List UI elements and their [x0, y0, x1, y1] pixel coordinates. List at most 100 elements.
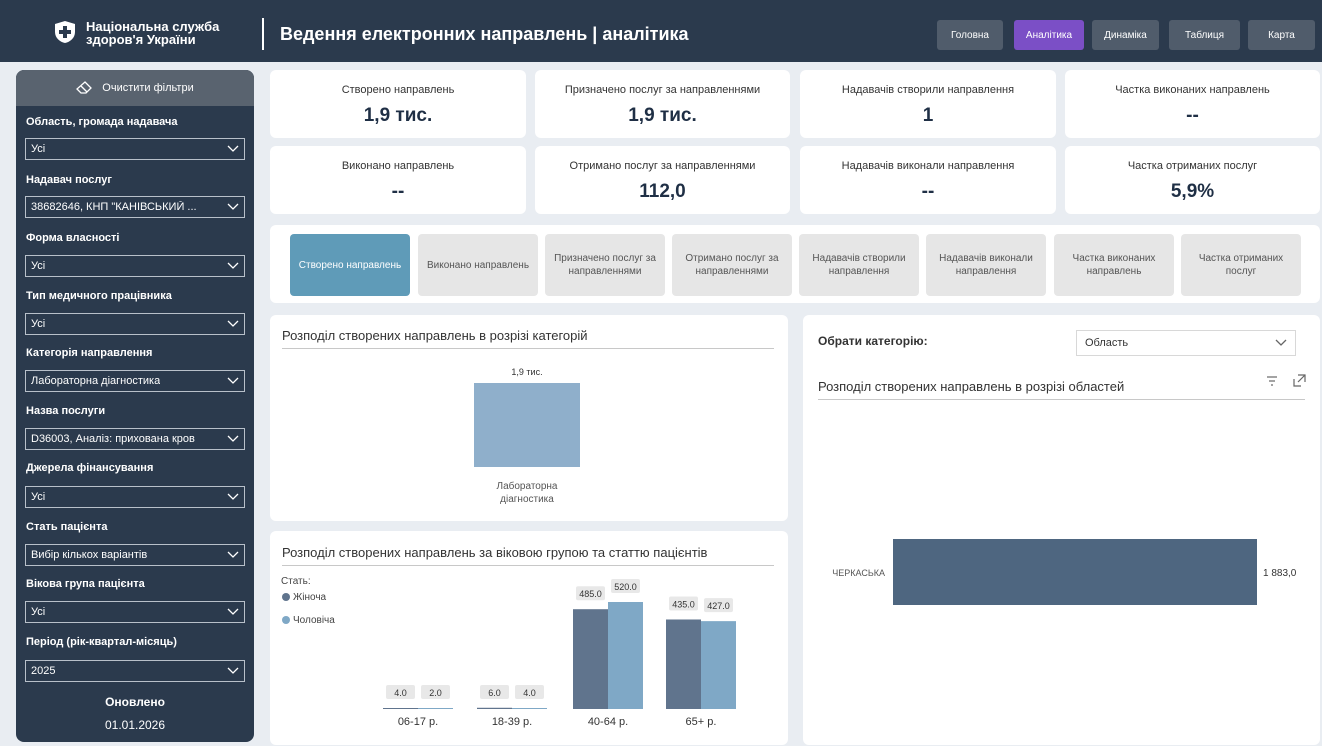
- filter-service-select[interactable]: D36003, Аналіз: прихована кров: [25, 428, 245, 450]
- kpi-label: Надавачів виконали направлення: [841, 160, 1015, 172]
- filter-ownership-select[interactable]: Усі: [25, 255, 245, 277]
- filter-worker-type-select[interactable]: Усі: [25, 313, 245, 335]
- kpi-value: 112,0: [639, 181, 686, 202]
- filter-funding-select[interactable]: Усі: [25, 486, 245, 508]
- kpi-card-providers-completed: Надавачів виконали направлення --: [800, 146, 1056, 214]
- metric-tab-panel: Створено направлень Виконано направлень …: [270, 225, 1320, 303]
- region-chart-plot: ЧЕРКАСЬКА 1 883,0: [832, 539, 1297, 605]
- chevron-down-icon: [227, 203, 239, 210]
- tab-providers-created[interactable]: Надавачів створили направлення: [799, 234, 919, 296]
- chevron-down-icon: [227, 377, 239, 384]
- nav-dynamics-button[interactable]: Динаміка: [1092, 20, 1159, 50]
- app-header: Національна служба здоров'я України Веде…: [0, 0, 1322, 62]
- legend-marker: [282, 593, 290, 601]
- age-bar-value-label: 2.0: [429, 688, 442, 698]
- nav-home-button[interactable]: Головна: [937, 20, 1003, 50]
- age-bar-value-label: 6.0: [488, 688, 501, 698]
- filter-label-funding: Джерела фінансування: [26, 462, 154, 474]
- age-bar: [701, 621, 736, 709]
- filter-label-age-group: Вікова група пацієнта: [26, 578, 145, 590]
- chevron-down-icon: [227, 320, 239, 327]
- kpi-label: Створено направлень: [341, 84, 455, 96]
- kpi-value: --: [921, 181, 935, 202]
- filter-region-select[interactable]: Усі: [25, 138, 245, 160]
- tab-assigned-services[interactable]: Призначено послуг за направленнями: [545, 234, 665, 296]
- age-chart-plot: Стать: Жіноча Чоловіча 4.0 2.0 06-17 р. 6.0 4.0…: [281, 576, 736, 728]
- filter-value: Усі: [31, 606, 46, 618]
- nav-analytics-button[interactable]: Аналітика: [1014, 20, 1084, 50]
- kpi-label: Отримано послуг за направленнями: [569, 160, 756, 172]
- legend-title: Стать:: [281, 576, 311, 587]
- nszu-shield-icon: [55, 21, 75, 43]
- kpi-card-providers-created: Надавачів створили направлення 1: [800, 70, 1056, 138]
- kpi-label: Призначено послуг за направленнями: [564, 84, 761, 96]
- age-bar: [573, 609, 608, 709]
- nav-map-button[interactable]: Карта: [1248, 20, 1315, 50]
- chevron-down-icon: [227, 435, 239, 442]
- kpi-card-created: Створено направлень 1,9 тис.: [270, 70, 526, 138]
- kpi-label: Частка виконаних направлень: [1115, 84, 1270, 96]
- age-bar: [608, 602, 643, 709]
- updated-date: 01.01.2026: [104, 718, 166, 732]
- clear-filters-button[interactable]: Очистити фільтри: [16, 70, 254, 106]
- kpi-label: Надавачів створили направлення: [841, 84, 1015, 96]
- age-bar: [383, 708, 418, 709]
- filter-value: Усі: [31, 318, 46, 330]
- kpi-value: --: [1186, 105, 1199, 126]
- age-bar: [477, 707, 512, 709]
- tab-created[interactable]: Створено направлень: [290, 234, 410, 296]
- tab-received-services[interactable]: Отримано послуг за направленнями: [672, 234, 792, 296]
- category-axis-label: Лабораторна: [497, 480, 558, 492]
- tab-completed[interactable]: Виконано направлень: [418, 234, 538, 296]
- header-divider: [262, 18, 264, 50]
- category-axis-label: діагностика: [500, 494, 554, 505]
- filter-value: Лабораторна діагностика: [31, 375, 161, 387]
- kpi-value: 1: [922, 105, 934, 126]
- tab-received-share[interactable]: Частка отриманих послуг: [1181, 234, 1301, 296]
- kpi-card-received: Отримано послуг за направленнями 112,0: [535, 146, 790, 214]
- chevron-down-icon: [227, 493, 239, 500]
- kpi-card-received-share: Частка отриманих послуг 5,9%: [1065, 146, 1320, 214]
- filter-label-provider: Надавач послуг: [26, 174, 112, 186]
- filter-category-select[interactable]: Лабораторна діагностика: [25, 370, 245, 392]
- tab-completed-share[interactable]: Частка виконаних направлень: [1054, 234, 1174, 296]
- filter-value: Усі: [31, 491, 46, 503]
- filter-value: Вибір кількох варіантів: [31, 549, 148, 561]
- filter-value: 2025: [31, 665, 56, 677]
- category-bar: [474, 383, 580, 467]
- age-bar: [512, 708, 547, 709]
- filter-label-gender: Стать пацієнта: [26, 521, 108, 533]
- category-chart-card: Розподіл створених направлень в розрізі …: [270, 315, 788, 521]
- eraser-icon: [76, 81, 93, 94]
- age-bar-value-label: 4.0: [394, 688, 407, 698]
- filter-sidebar: Очистити фільтри Область, громада надава…: [16, 70, 254, 742]
- nav-table-button[interactable]: Таблиця: [1169, 20, 1240, 50]
- filter-label-region: Область, громада надавача: [26, 116, 178, 128]
- age-bar-value-label: 485.0: [579, 589, 602, 599]
- age-bar-value-label: 435.0: [672, 599, 695, 609]
- kpi-value: --: [391, 181, 405, 202]
- age-bar-value-label: 4.0: [523, 688, 536, 698]
- filter-gender-select[interactable]: Вибір кількох варіантів: [25, 544, 245, 566]
- kpi-card-completed: Виконано направлень --: [270, 146, 526, 214]
- age-bar: [418, 708, 453, 709]
- filter-value: Усі: [31, 260, 46, 272]
- tab-providers-completed[interactable]: Надавачів виконали направлення: [926, 234, 1046, 296]
- org-name: Національна служба здоров'я України: [86, 19, 220, 47]
- filter-label-category: Категорія направлення: [26, 347, 153, 359]
- filter-age-group-select[interactable]: Усі: [25, 601, 245, 623]
- region-bar-value-label: 1 883,0: [1263, 568, 1297, 579]
- filter-value: D36003, Аналіз: прихована кров: [31, 433, 195, 445]
- chevron-down-icon: [227, 608, 239, 615]
- age-chart-card: Розподіл створених направлень за віковою…: [270, 531, 788, 745]
- filter-provider-select[interactable]: 38682646, КНП "КАНІВСЬКИЙ ...: [25, 196, 245, 218]
- kpi-label: Частка отриманих послуг: [1127, 160, 1258, 172]
- page-title: Ведення електронних направлень | аналіти…: [280, 24, 689, 44]
- chevron-down-icon: [227, 551, 239, 558]
- kpi-card-assigned: Призначено послуг за направленнями 1,9 т…: [535, 70, 790, 138]
- filter-period-select[interactable]: 2025: [25, 660, 245, 682]
- chevron-down-icon: [227, 667, 239, 674]
- kpi-label: Виконано направлень: [341, 160, 455, 172]
- filter-value: Усі: [31, 143, 46, 155]
- age-axis-label: 65+ р.: [686, 716, 717, 728]
